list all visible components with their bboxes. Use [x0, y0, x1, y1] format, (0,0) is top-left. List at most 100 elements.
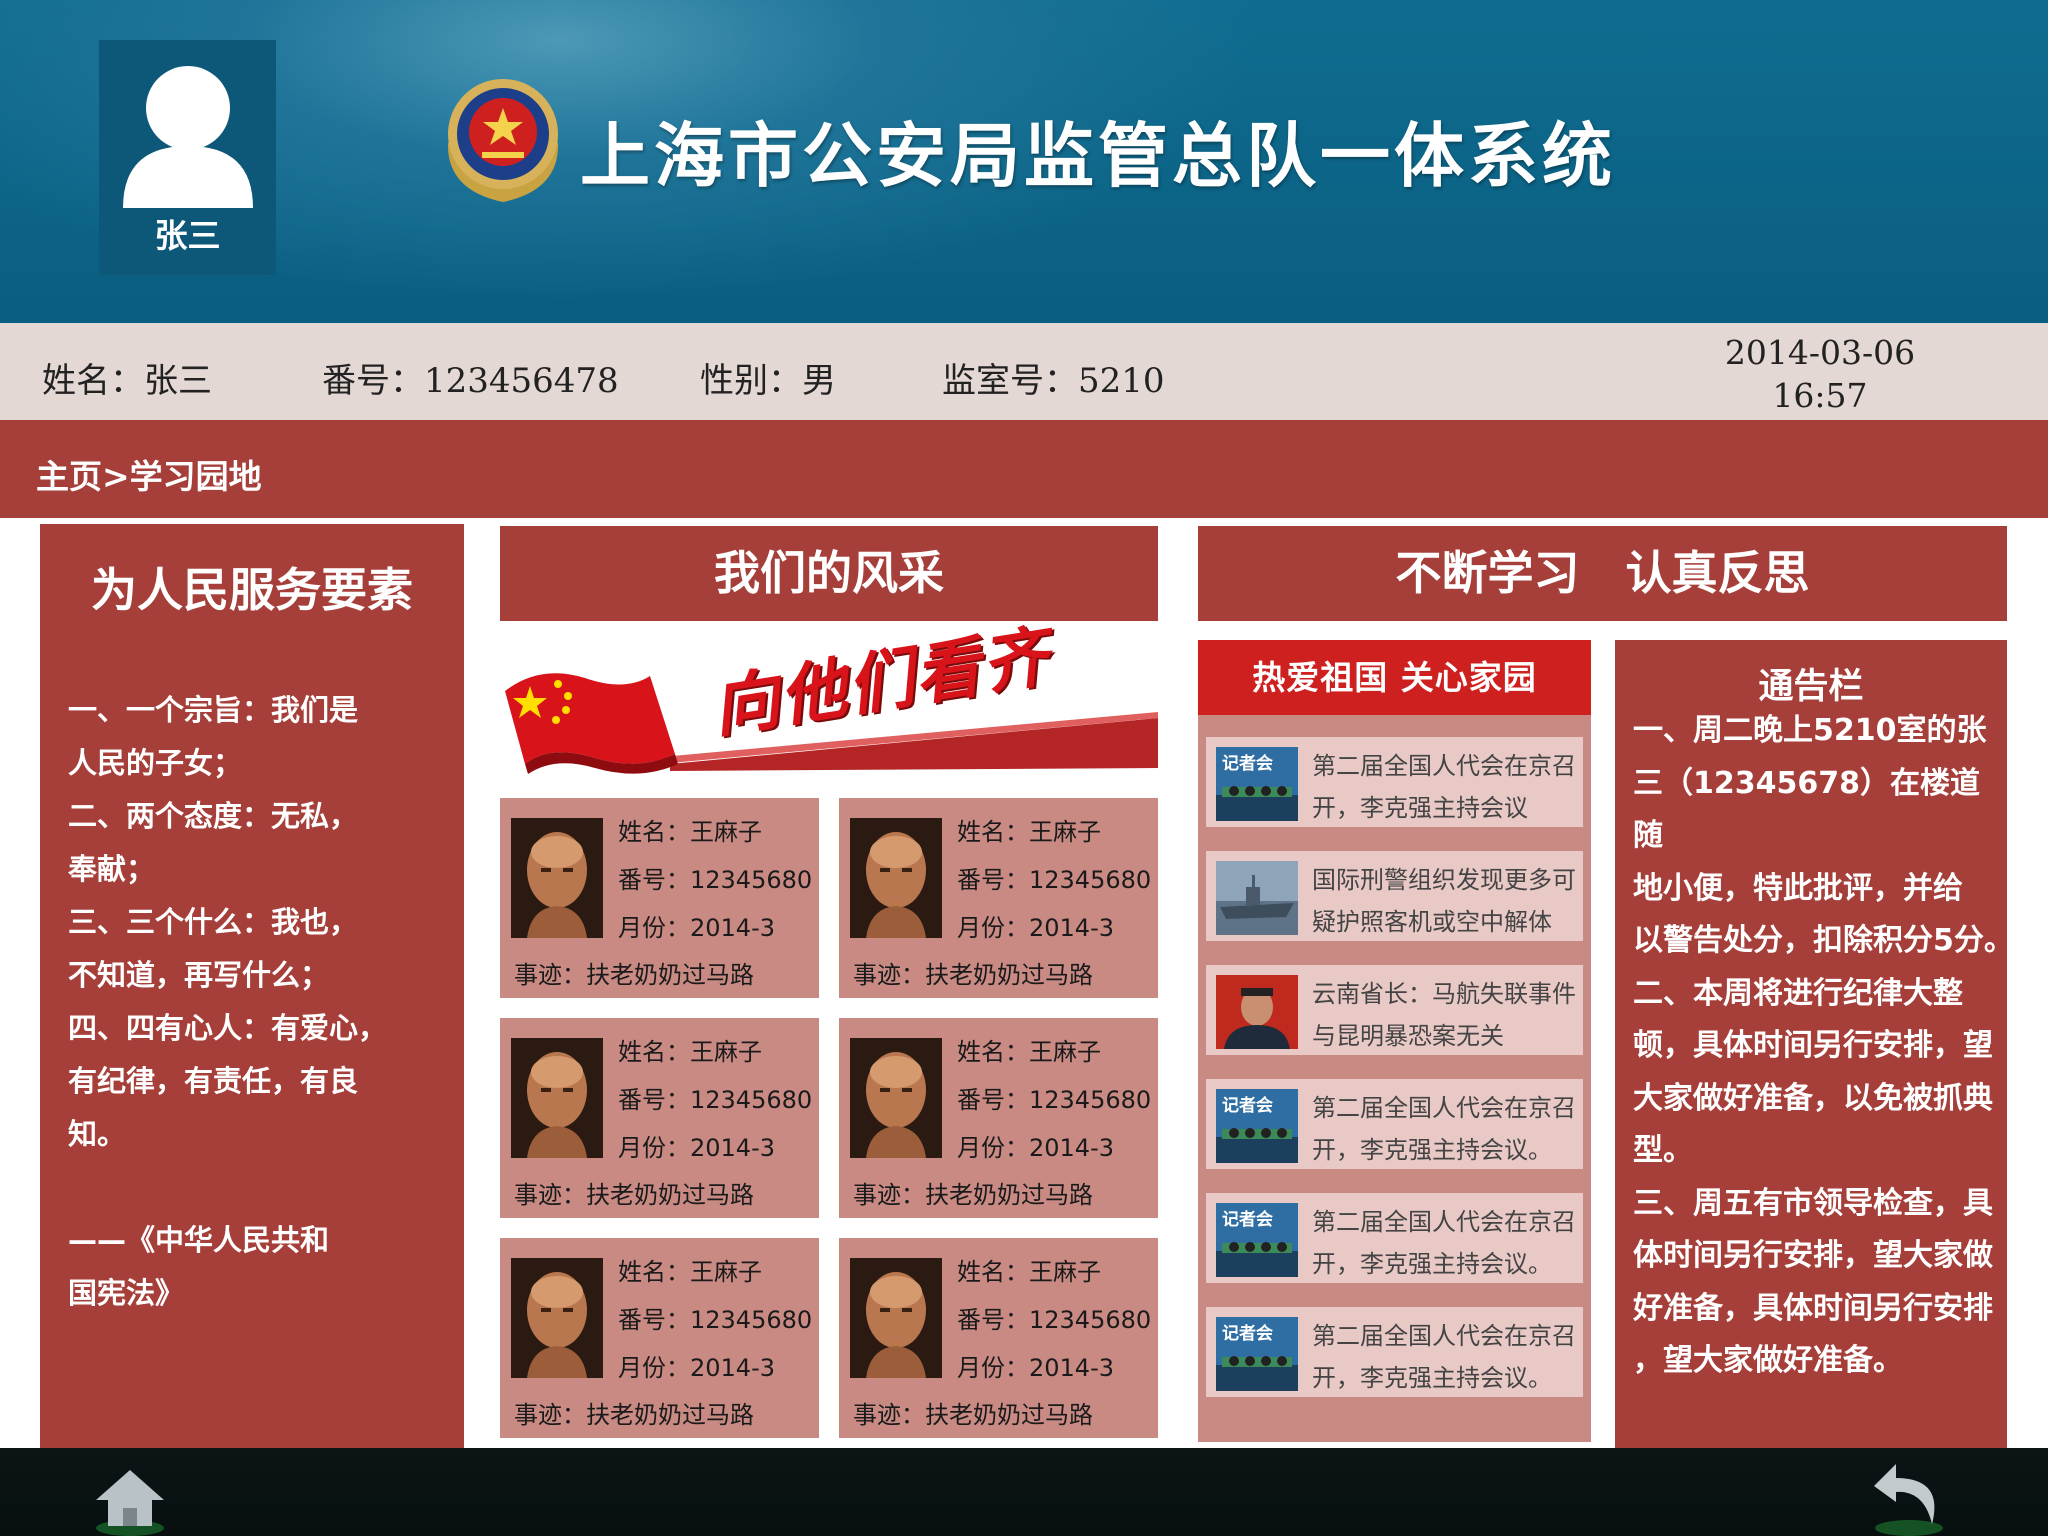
honor-card[interactable]: 姓名：王麻子 番号：12345680 月份：2014-3 事迹：扶老奶奶过马路	[839, 1018, 1158, 1218]
news-item[interactable]: 国际刑警组织发现更多可 疑护照客机或空中解体	[1206, 851, 1583, 941]
principle-line: 三、三个什么：我也，	[68, 905, 359, 939]
thumb-caption: 记者会	[1222, 1323, 1273, 1344]
inmate-cell: 监室号：5210	[942, 361, 1165, 401]
person-photo	[511, 1258, 603, 1378]
person-photo	[850, 1038, 942, 1158]
card-month: 月份：2014-3	[957, 1354, 1115, 1382]
press-conference-thumbnail: 记者会	[1216, 1203, 1298, 1277]
honor-card[interactable]: 姓名：王麻子 番号：12345680 月份：2014-3 事迹：扶老奶奶过马路	[500, 798, 819, 998]
card-number: 番号：12345680	[957, 866, 1152, 894]
notice-line: 顿，具体时间另行安排，望	[1633, 1028, 1993, 1063]
principle-line: 人民的子女；	[68, 746, 243, 780]
news-text: 第二届全国人代会在京召	[1312, 1208, 1576, 1236]
news-item[interactable]: 云南省长：马航失联事件 与昆明暴恐案无关	[1206, 965, 1583, 1055]
news-text: 开，李克强主持会议。	[1312, 1136, 1552, 1164]
breadcrumb[interactable]: 主页>学习园地	[36, 450, 262, 498]
card-number: 番号：12345680	[957, 1086, 1152, 1114]
current-date: 2014-03-06	[1724, 333, 1916, 372]
inmate-info-bar: 姓名：张三 番号：123456478 性别：男 监室号：5210 2014-03…	[0, 323, 2048, 420]
notice-line: 型。	[1633, 1133, 1693, 1168]
card-number: 番号：12345680	[618, 866, 813, 894]
our-style-title: 我们的风采	[500, 526, 1158, 621]
card-number: 番号：12345680	[957, 1306, 1152, 1334]
news-item[interactable]: 记者会 第二届全国人代会在京召 开，李克强主持会议。	[1206, 1307, 1583, 1397]
principle-line: 奉献；	[68, 852, 156, 886]
warship-thumbnail	[1216, 861, 1298, 935]
thumb-caption: 记者会	[1222, 753, 1273, 774]
notice-line: 大家做好准备，以免被抓典	[1633, 1080, 1993, 1116]
news-text: 第二届全国人代会在京召	[1312, 752, 1576, 780]
back-button[interactable]	[1866, 1450, 1952, 1536]
notice-line: 二、本周将进行纪律大整	[1633, 975, 1963, 1011]
quote-line: ——《中华人民共和	[68, 1223, 330, 1257]
card-number: 番号：12345680	[618, 1306, 813, 1334]
card-name: 姓名：王麻子	[957, 1038, 1101, 1066]
principle-line: 有纪律，有责任，有良	[68, 1064, 359, 1098]
honor-card[interactable]: 姓名：王麻子 番号：12345680 月份：2014-3 事迹：扶老奶奶过马路	[839, 798, 1158, 998]
user-name: 张三	[154, 216, 221, 255]
press-conference-thumbnail: 记者会	[1216, 1089, 1298, 1163]
app-header: 张三 上海市公安局监管总队一体系统	[0, 0, 2048, 323]
card-month: 月份：2014-3	[618, 1134, 776, 1162]
home-icon	[96, 1470, 164, 1536]
notice-board: 通告栏 一、周二晚上5210室的张 三（12345678）在楼道随 地小便，特此…	[1615, 640, 2014, 1450]
card-deed: 事迹：扶老奶奶过马路	[853, 1401, 1093, 1429]
news-title: 热爱祖国 关心家园	[1198, 640, 1591, 715]
card-deed: 事迹：扶老奶奶过马路	[514, 961, 754, 989]
principle-line: 知。	[68, 1117, 127, 1151]
principles-text: 一、一个宗旨：我们是 人民的子女； 二、两个态度：无私， 奉献； 三、三个什么：…	[68, 684, 398, 1320]
home-button[interactable]	[90, 1456, 170, 1536]
notice-body: 一、周二晚上5210室的张 三（12345678）在楼道随 地小便，特此批评，并…	[1633, 705, 2014, 1388]
card-month: 月份：2014-3	[618, 1354, 776, 1382]
honor-card[interactable]: 姓名：王麻子 番号：12345680 月份：2014-3 事迹：扶老奶奶过马路	[500, 1018, 819, 1218]
news-text: 开，李克强主持会议	[1312, 794, 1528, 822]
service-principles-panel: 为人民服务要素 一、一个宗旨：我们是 人民的子女； 二、两个态度：无私， 奉献；…	[40, 524, 464, 1448]
notice-line: 体时间另行安排，望大家做	[1633, 1238, 1993, 1273]
honor-card[interactable]: 姓名：王麻子 番号：12345680 月份：2014-3 事迹：扶老奶奶过马路	[839, 1238, 1158, 1438]
card-name: 姓名：王麻子	[957, 1258, 1101, 1286]
principles-title: 为人民服务要素	[91, 563, 413, 617]
quote-line: 国宪法》	[68, 1276, 185, 1310]
person-photo	[511, 818, 603, 938]
study-reflect-title: 不断学习 认真反思	[1198, 526, 2007, 621]
official-portrait-thumbnail	[1216, 975, 1298, 1049]
news-item[interactable]: 记者会 第二届全国人代会在京召 开，李克强主持会议	[1206, 737, 1583, 827]
person-photo	[850, 818, 942, 938]
press-conference-thumbnail: 记者会	[1216, 747, 1298, 821]
news-text: 第二届全国人代会在京召	[1312, 1322, 1576, 1350]
news-text: 开，李克强主持会议。	[1312, 1250, 1552, 1278]
principle-line: 四、四有心人：有爱心，	[68, 1011, 388, 1045]
notice-line: 三、周五有市领导检查，具	[1633, 1185, 1993, 1221]
news-text: 与昆明暴恐案无关	[1312, 1022, 1504, 1050]
principle-line: 一、一个宗旨：我们是	[68, 693, 359, 727]
thumb-caption: 记者会	[1222, 1095, 1273, 1116]
card-name: 姓名：王麻子	[618, 1038, 762, 1066]
current-time: 16:57	[1772, 376, 1868, 415]
notice-line: 好准备，具体时间另行安排	[1633, 1290, 1993, 1326]
news-text: 第二届全国人代会在京召	[1312, 1094, 1576, 1122]
news-text: 疑护照客机或空中解体	[1312, 908, 1552, 936]
notice-line: 以警告处分，扣除积分5分。	[1633, 923, 2014, 958]
principle-line: 不知道，再写什么；	[68, 958, 330, 992]
inmate-number: 番号：123456478	[322, 361, 619, 401]
news-panel: 热爱祖国 关心家园 记者会 第二届全国人代会在京召 开，李克强主持会议 国际刑警…	[1198, 640, 1591, 1442]
user-avatar-card[interactable]: 张三	[99, 40, 276, 275]
follow-them-banner: 向他们看齐	[500, 618, 1158, 776]
honor-card[interactable]: 姓名：王麻子 番号：12345680 月份：2014-3 事迹：扶老奶奶过马路	[500, 1238, 819, 1438]
card-name: 姓名：王麻子	[618, 818, 762, 846]
card-deed: 事迹：扶老奶奶过马路	[853, 961, 1093, 989]
news-item[interactable]: 记者会 第二届全国人代会在京召 开，李克强主持会议。	[1206, 1079, 1583, 1169]
police-emblem-logo	[447, 79, 559, 202]
news-text: 云南省长：马航失联事件	[1312, 980, 1576, 1008]
our-style-panel: 我们的风采 向他们看齐 姓名：王麻子 番号：12345680 月份：2014-3…	[500, 526, 1158, 1446]
notice-line: ，望大家做好准备。	[1633, 1343, 1903, 1378]
news-item[interactable]: 记者会 第二届全国人代会在京召 开，李克强主持会议。	[1206, 1193, 1583, 1283]
thumb-caption: 记者会	[1222, 1209, 1273, 1230]
card-deed: 事迹：扶老奶奶过马路	[514, 1401, 754, 1429]
card-month: 月份：2014-3	[957, 914, 1115, 942]
news-text: 国际刑警组织发现更多可	[1312, 866, 1576, 894]
principle-line: 二、两个态度：无私，	[68, 799, 359, 833]
card-name: 姓名：王麻子	[618, 1258, 762, 1286]
user-avatar-icon	[123, 66, 253, 208]
person-photo	[850, 1258, 942, 1378]
